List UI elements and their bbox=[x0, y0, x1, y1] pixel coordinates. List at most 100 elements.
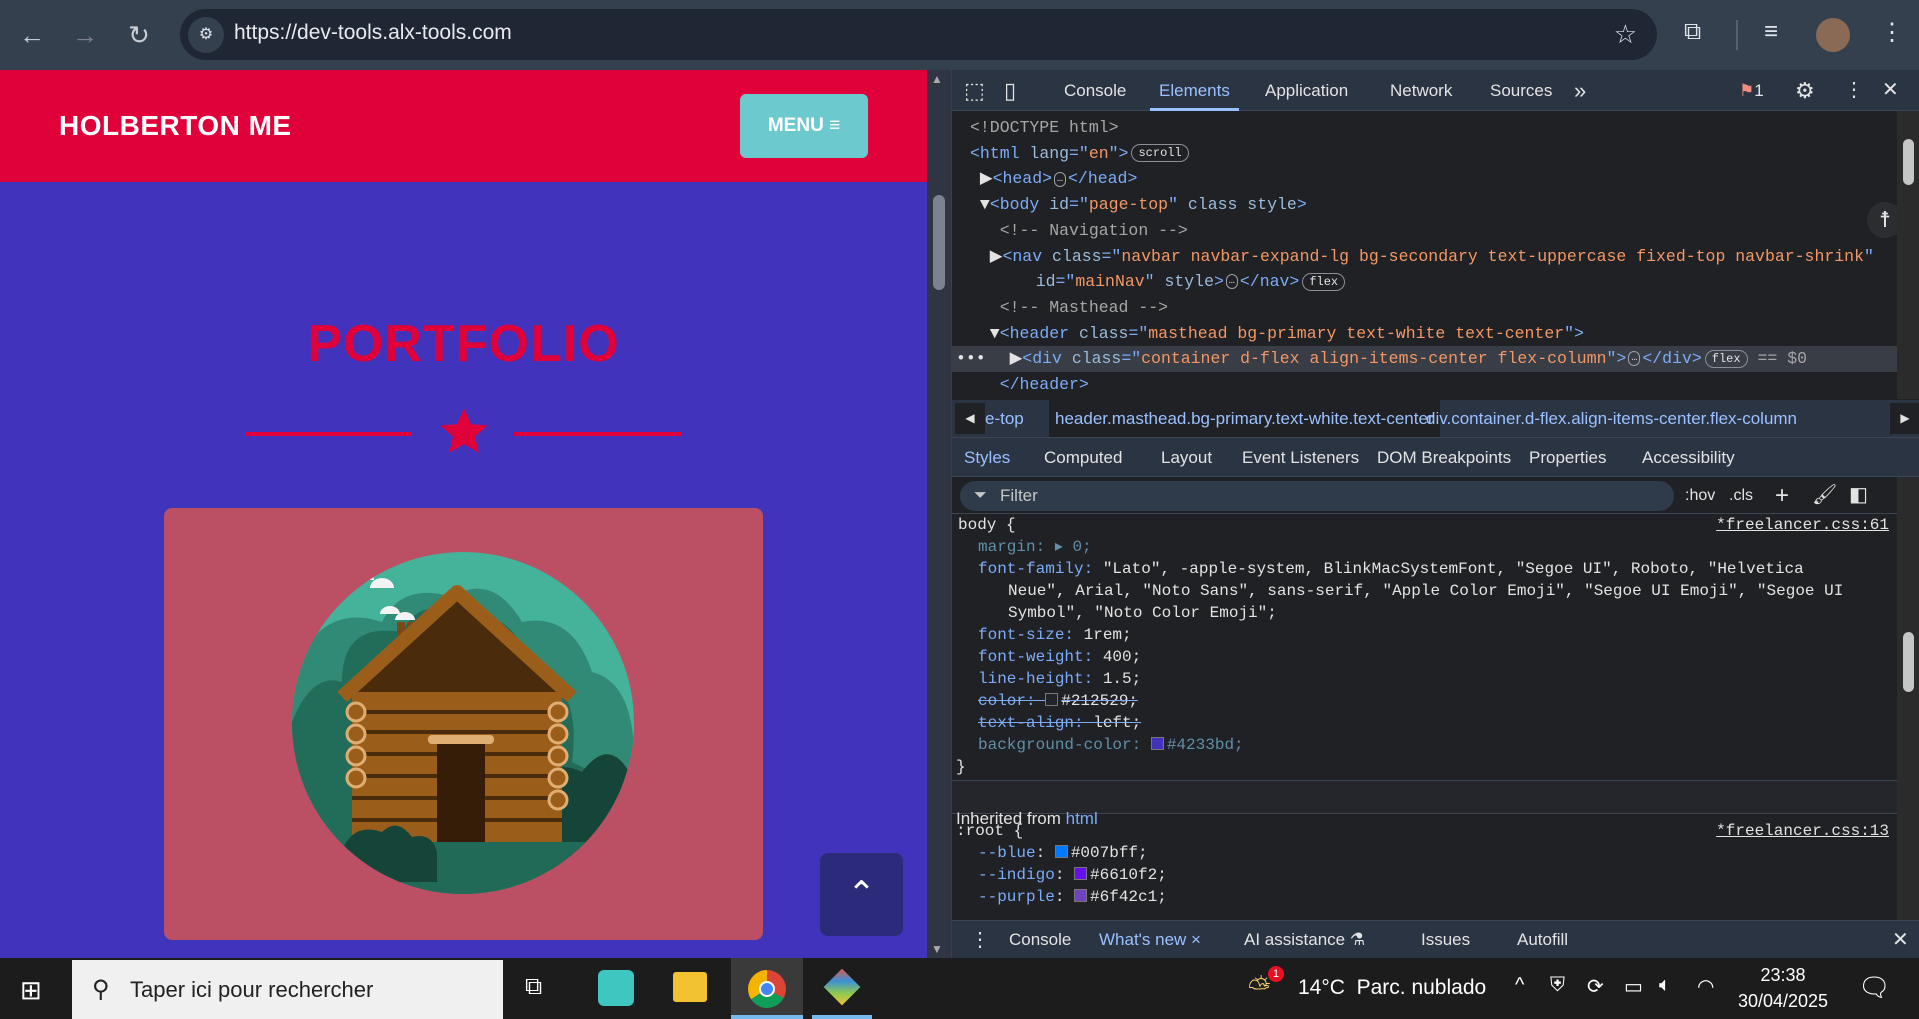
file-explorer-icon[interactable] bbox=[673, 972, 707, 1002]
selector[interactable]: body { bbox=[958, 516, 1016, 534]
drawer-tab-console[interactable]: Console bbox=[1009, 921, 1071, 959]
color-swatch[interactable] bbox=[1074, 867, 1088, 880]
dom-node[interactable]: ▼<header class="masthead bg-primary text… bbox=[952, 321, 1897, 347]
color-swatch[interactable] bbox=[1074, 889, 1088, 902]
color-swatch[interactable] bbox=[1054, 845, 1068, 858]
task-view-icon[interactable]: ⧉ bbox=[525, 973, 542, 1001]
property-declaration[interactable]: background-color: #4233bd; bbox=[978, 736, 1244, 754]
subtab-dom-breakpoints[interactable]: DOM Breakpoints bbox=[1377, 438, 1511, 478]
volume-icon[interactable]: 🔈︎ bbox=[1659, 974, 1671, 997]
site-info-icon[interactable]: ⚙ bbox=[188, 17, 224, 53]
url-text[interactable]: https://dev-tools.alx-tools.com bbox=[234, 21, 512, 45]
subtab-layout[interactable]: Layout bbox=[1161, 438, 1212, 478]
subtab-styles[interactable]: Styles bbox=[952, 438, 1023, 481]
style-property[interactable]: line-height: 1.5; bbox=[952, 668, 1897, 690]
property-declaration[interactable]: font-weight: 400; bbox=[978, 648, 1141, 666]
tab-console[interactable]: Console bbox=[1064, 70, 1126, 111]
property-name[interactable]: margin bbox=[978, 538, 1036, 556]
scrollbar-thumb[interactable] bbox=[1903, 139, 1914, 185]
node-actions-icon[interactable]: ••• bbox=[956, 346, 986, 372]
subtab-computed[interactable]: Computed bbox=[1044, 438, 1122, 478]
dom-badge[interactable]: scroll bbox=[1131, 144, 1189, 163]
brand-link[interactable]: HOLBERTON ME bbox=[59, 110, 292, 142]
forward-icon[interactable]: → bbox=[68, 18, 102, 52]
style-property[interactable]: font-weight: 400; bbox=[952, 646, 1897, 668]
style-rule-selector[interactable]: :root { *freelancer.css:13 bbox=[952, 820, 1897, 842]
property-declaration[interactable]: font-family: "Lato", -apple-system, Blin… bbox=[978, 560, 1804, 578]
taskbar-search[interactable]: ⚲ Taper ici pour rechercher bbox=[72, 960, 503, 1019]
source-link[interactable]: *freelancer.css:13 bbox=[1716, 820, 1889, 842]
dom-node[interactable]: ▶<head>… </head> bbox=[952, 166, 1897, 192]
property-name[interactable]: --blue bbox=[978, 844, 1036, 862]
weather-icon[interactable]: ⛅︎ bbox=[1248, 972, 1270, 1005]
dom-node[interactable]: <html lang="en"> scroll bbox=[952, 141, 1897, 167]
device-toolbar-icon[interactable]: ▯ bbox=[1004, 70, 1016, 111]
property-value[interactable]: #4233bd; bbox=[1167, 736, 1244, 754]
subtab-properties[interactable]: Properties bbox=[1529, 438, 1606, 478]
scroll-to-top-button[interactable]: ⌃ bbox=[820, 853, 903, 936]
expand-ellipsis[interactable]: … bbox=[1054, 171, 1067, 187]
css-variable[interactable]: --indigo: #6610f2; bbox=[952, 864, 1897, 886]
subtab-event-listeners[interactable]: Event Listeners bbox=[1242, 438, 1359, 478]
class-toggle[interactable]: .cls bbox=[1729, 477, 1753, 514]
dom-node[interactable]: <!-- Masthead --> bbox=[952, 295, 1897, 321]
property-name[interactable]: --purple bbox=[978, 888, 1055, 906]
dom-node[interactable]: ▼<body id="page-top" class style> bbox=[952, 192, 1897, 218]
notifications-icon[interactable]: 🗨︎ bbox=[1858, 972, 1891, 1003]
style-property[interactable]: font-family: "Lato", -apple-system, Blin… bbox=[952, 558, 1897, 580]
property-name[interactable]: text-align bbox=[978, 714, 1074, 732]
paint-brush-icon[interactable]: 🖌︎ bbox=[1812, 477, 1837, 514]
drawer-tab-autofill[interactable]: Autofill bbox=[1517, 921, 1568, 959]
drawer-tab-issues[interactable]: Issues bbox=[1421, 921, 1470, 959]
style-property[interactable]: background-color: #4233bd; bbox=[952, 734, 1897, 756]
property-name[interactable]: line-height bbox=[978, 670, 1084, 688]
bookmark-star-icon[interactable]: ☆ bbox=[1614, 19, 1637, 50]
property-name[interactable]: --indigo bbox=[978, 866, 1055, 884]
property-name[interactable]: font-family bbox=[978, 560, 1084, 578]
new-style-rule-icon[interactable]: + bbox=[1775, 477, 1789, 514]
property-value[interactable]: 1rem; bbox=[1084, 626, 1132, 644]
property-name[interactable]: background-color bbox=[978, 736, 1132, 754]
app-icon[interactable] bbox=[598, 970, 634, 1006]
scroll-up-arrow-icon[interactable]: ▲ bbox=[931, 72, 943, 86]
source-link[interactable]: *freelancer.css:61 bbox=[1716, 514, 1889, 536]
color-swatch[interactable] bbox=[1045, 693, 1059, 706]
property-declaration[interactable]: line-height: 1.5; bbox=[978, 670, 1141, 688]
dom-node[interactable]: </header> bbox=[952, 372, 1897, 398]
property-value[interactable]: left; bbox=[1093, 714, 1141, 732]
close-devtools-icon[interactable]: ✕ bbox=[1882, 70, 1899, 111]
clock-time[interactable]: 23:38 bbox=[1730, 965, 1836, 986]
dom-scrollbar[interactable] bbox=[1897, 111, 1919, 399]
app-taskbar-button[interactable] bbox=[812, 958, 872, 1019]
scrollbar-thumb[interactable] bbox=[933, 195, 945, 290]
more-icon[interactable]: ⋮ bbox=[1880, 18, 1904, 47]
address-bar[interactable]: ⚙ https://dev-tools.alx-tools.com ☆ bbox=[180, 9, 1657, 60]
battery-icon[interactable]: ▭ bbox=[1624, 974, 1643, 999]
scrollbar-thumb[interactable] bbox=[1903, 632, 1914, 692]
dom-node[interactable]: <!-- Navigation --> bbox=[952, 218, 1897, 244]
more-tabs-icon[interactable]: » bbox=[1574, 70, 1586, 111]
page-scrollbar[interactable]: ▲ ▼ bbox=[927, 70, 951, 958]
media-icon[interactable]: ≡ bbox=[1764, 18, 1778, 46]
selector[interactable]: :root { bbox=[956, 822, 1023, 840]
style-property[interactable]: Neue", Arial, "Noto Sans", sans-serif, "… bbox=[952, 580, 1897, 602]
property-value[interactable]: #6f42c1; bbox=[1090, 888, 1167, 906]
dom-node-selected[interactable]: ••• ▶<div class="container d-flex align-… bbox=[952, 346, 1897, 372]
toggle-sidebar-icon[interactable]: ◧ bbox=[1849, 477, 1868, 514]
breadcrumb-item[interactable]: e-top bbox=[985, 400, 1024, 437]
wifi-icon[interactable]: ◠ bbox=[1697, 974, 1714, 999]
property-declaration[interactable]: margin: ▸ 0; bbox=[978, 538, 1092, 556]
css-variable[interactable]: --purple: #6f42c1; bbox=[952, 886, 1897, 908]
expand-ellipsis[interactable]: … bbox=[1628, 351, 1641, 367]
portfolio-item-card[interactable] bbox=[164, 508, 763, 940]
clock-date[interactable]: 30/04/2025 bbox=[1730, 991, 1836, 1012]
issues-flag-icon[interactable]: ⚑1 bbox=[1739, 70, 1764, 111]
breadcrumb-item-selected[interactable]: div.container.d-flex.align-items-center.… bbox=[1426, 400, 1797, 437]
style-property[interactable]: margin: ▸ 0; bbox=[952, 536, 1897, 558]
breadcrumb-item[interactable]: header.masthead.bg-primary.text-white.te… bbox=[1049, 400, 1440, 437]
chrome-taskbar-button[interactable] bbox=[731, 958, 803, 1019]
dom-node[interactable]: id="mainNav" style>… </nav> flex bbox=[952, 269, 1897, 295]
property-declaration[interactable]: font-size: 1rem; bbox=[978, 626, 1132, 644]
filter-input[interactable]: ⏷ Filter bbox=[960, 481, 1674, 511]
property-value[interactable]: #007bff; bbox=[1071, 844, 1148, 862]
